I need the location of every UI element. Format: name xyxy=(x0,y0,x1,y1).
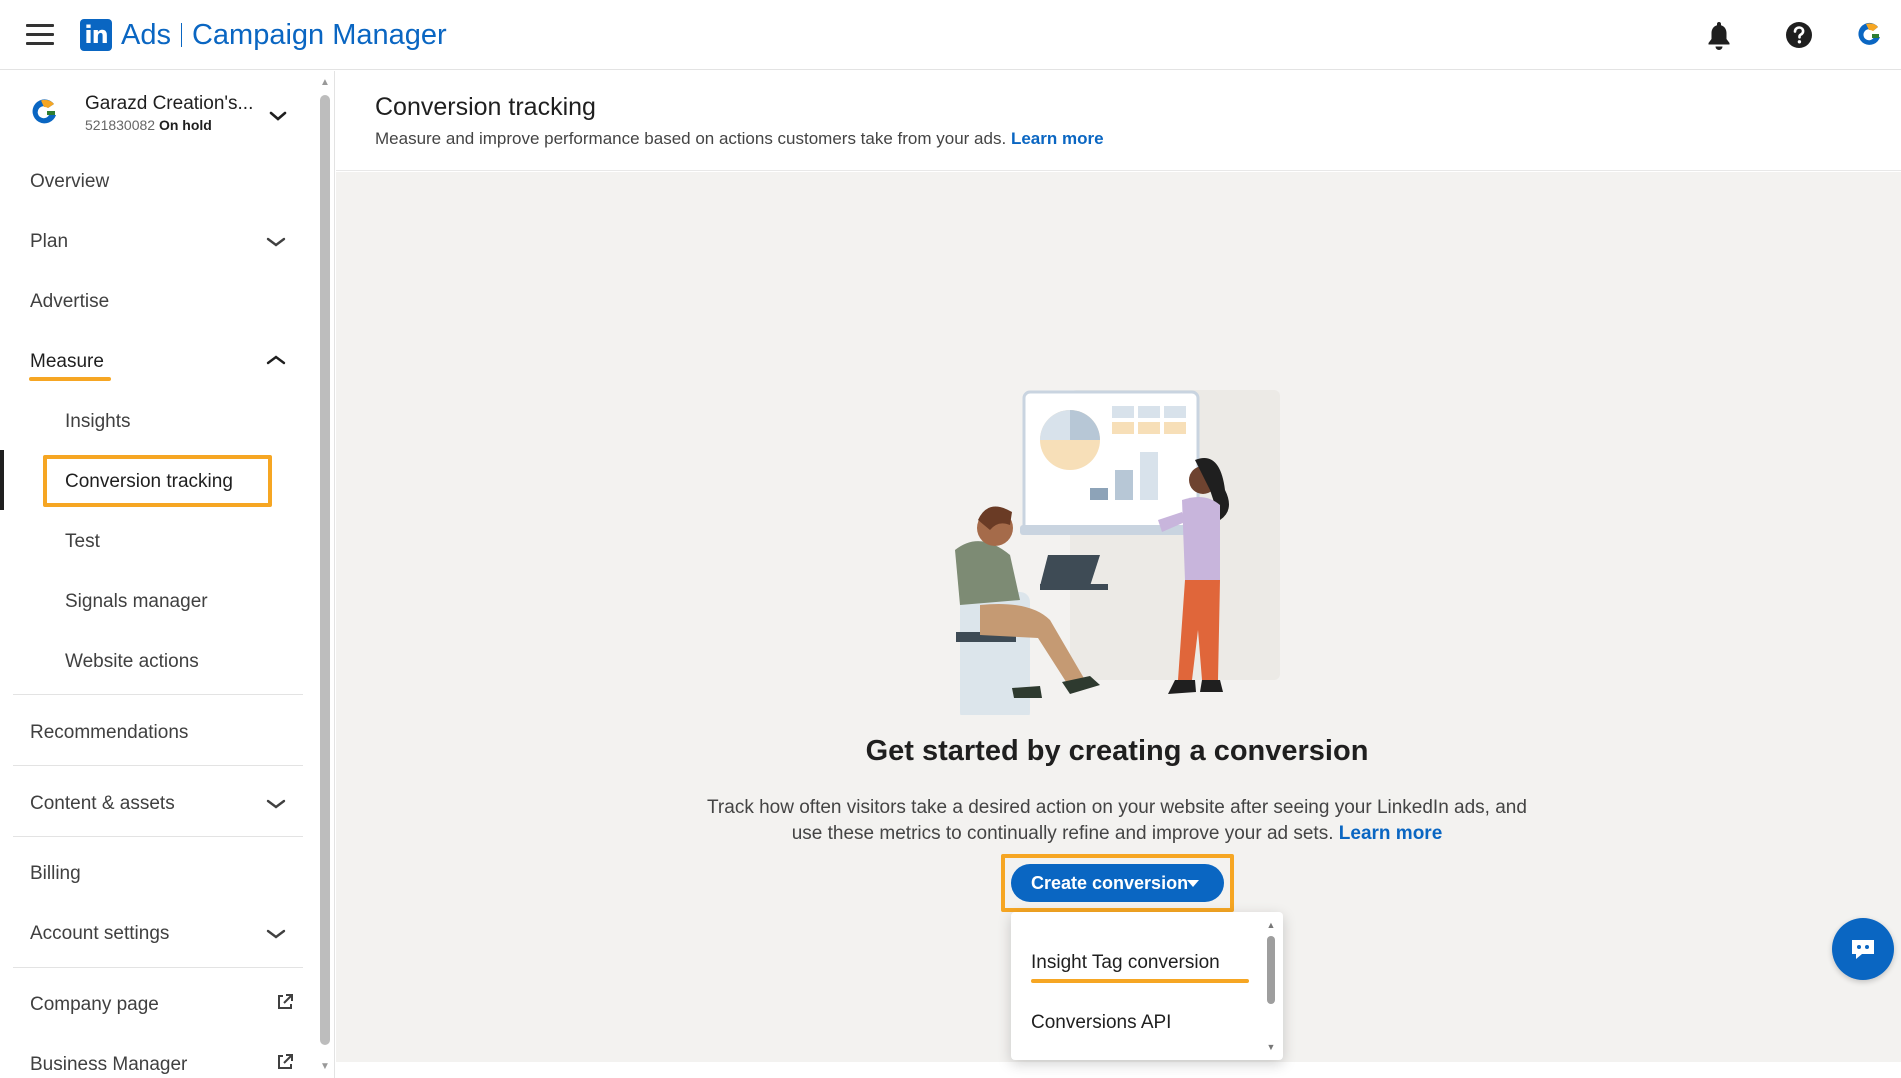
linkedin-logo-icon: in xyxy=(80,19,112,51)
page-subtitle: Measure and improve performance based on… xyxy=(375,129,1104,149)
account-switcher[interactable]: Garazd Creation's... 521830082 On hold xyxy=(28,89,308,139)
active-indicator xyxy=(0,450,4,510)
page-title: Conversion tracking xyxy=(375,93,596,121)
nav-recommendations[interactable]: Recommendations xyxy=(30,722,188,744)
sidebar-scrollbar-thumb[interactable] xyxy=(320,95,330,1045)
create-conversion-button[interactable]: Create conversion xyxy=(1011,864,1224,902)
page-subtitle-text: Measure and improve performance based on… xyxy=(375,129,1007,148)
menu-icon[interactable] xyxy=(26,24,54,46)
brand-separator xyxy=(180,23,182,47)
nav-divider xyxy=(13,836,303,837)
dropdown-scroll-down-icon[interactable]: ▼ xyxy=(1266,1042,1276,1052)
nav-plan[interactable]: Plan xyxy=(30,231,68,253)
sidebar-border xyxy=(334,71,335,1078)
create-conversion-label: Create conversion xyxy=(1031,873,1189,893)
nav-divider xyxy=(13,967,303,968)
nav-account-settings[interactable]: Account settings xyxy=(30,923,169,945)
content-assets-chevron-down-icon[interactable] xyxy=(265,797,287,811)
nav-test[interactable]: Test xyxy=(65,531,100,553)
conversion-illustration xyxy=(955,390,1280,715)
empty-state-learn-more-link[interactable]: Learn more xyxy=(1339,823,1442,844)
plan-chevron-down-icon[interactable] xyxy=(265,235,287,249)
nav-business-manager[interactable]: Business Manager xyxy=(30,1054,187,1076)
nav-insights[interactable]: Insights xyxy=(65,411,130,433)
insight-tag-highlight-underline xyxy=(1031,979,1249,983)
account-avatar-icon[interactable] xyxy=(1854,19,1886,51)
page-header: Conversion tracking Measure and improve … xyxy=(336,71,1901,171)
dropdown-scrollbar-thumb[interactable] xyxy=(1267,936,1275,1004)
account-id-status: 521830082 On hold xyxy=(85,117,212,133)
chevron-down-icon xyxy=(269,111,287,121)
empty-state-title: Get started by creating a conversion xyxy=(865,735,1369,767)
sidebar-scroll-up-icon[interactable]: ▲ xyxy=(320,78,330,88)
nav-measure[interactable]: Measure xyxy=(30,351,104,373)
account-status: On hold xyxy=(158,117,212,133)
brand-ads-label: Ads xyxy=(121,18,171,51)
sidebar: Garazd Creation's... 521830082 On hold O… xyxy=(0,71,320,1078)
help-icon[interactable] xyxy=(1783,19,1815,51)
dropdown-item-insight-tag-conversion[interactable]: Insight Tag conversion xyxy=(1031,952,1220,974)
account-settings-chevron-down-icon[interactable] xyxy=(265,927,287,941)
measure-highlight-underline xyxy=(29,377,111,381)
nav-divider xyxy=(13,694,303,695)
account-logo-icon xyxy=(32,99,56,124)
header-learn-more-link[interactable]: Learn more xyxy=(1011,129,1104,148)
account-id: 521830082 xyxy=(85,117,156,133)
nav-signals-manager[interactable]: Signals manager xyxy=(65,591,208,613)
nav-advertise[interactable]: Advertise xyxy=(30,291,109,313)
product-name: Campaign Manager xyxy=(191,18,447,51)
nav-website-actions[interactable]: Website actions xyxy=(65,651,199,673)
nav-overview[interactable]: Overview xyxy=(30,171,109,193)
create-conversion-dropdown: Insight Tag conversion Conversions API ▲… xyxy=(1011,912,1283,1060)
brand-logo[interactable]: in Ads Campaign Manager xyxy=(80,18,447,52)
nav-conversion-tracking[interactable]: Conversion tracking xyxy=(65,471,233,493)
nav-company-page[interactable]: Company page xyxy=(30,994,159,1016)
sidebar-scroll-down-icon[interactable]: ▼ xyxy=(320,1062,330,1072)
messaging-button[interactable] xyxy=(1832,918,1894,980)
notifications-bell-icon[interactable] xyxy=(1703,19,1735,51)
dropdown-scroll-up-icon[interactable]: ▲ xyxy=(1266,920,1276,930)
nav-content-assets[interactable]: Content & assets xyxy=(30,793,175,815)
caret-down-icon xyxy=(1187,880,1199,887)
external-link-icon[interactable] xyxy=(276,993,294,1011)
nav-billing[interactable]: Billing xyxy=(30,863,81,885)
nav-divider xyxy=(13,765,303,766)
account-name: Garazd Creation's... xyxy=(85,93,254,114)
top-bar: in Ads Campaign Manager xyxy=(0,0,1901,70)
measure-chevron-up-icon[interactable] xyxy=(265,353,287,367)
dropdown-item-conversions-api[interactable]: Conversions API xyxy=(1031,1012,1171,1034)
chat-icon xyxy=(1852,940,1874,959)
external-link-icon[interactable] xyxy=(276,1053,294,1071)
empty-state-description: Track how often visitors take a desired … xyxy=(700,795,1534,847)
